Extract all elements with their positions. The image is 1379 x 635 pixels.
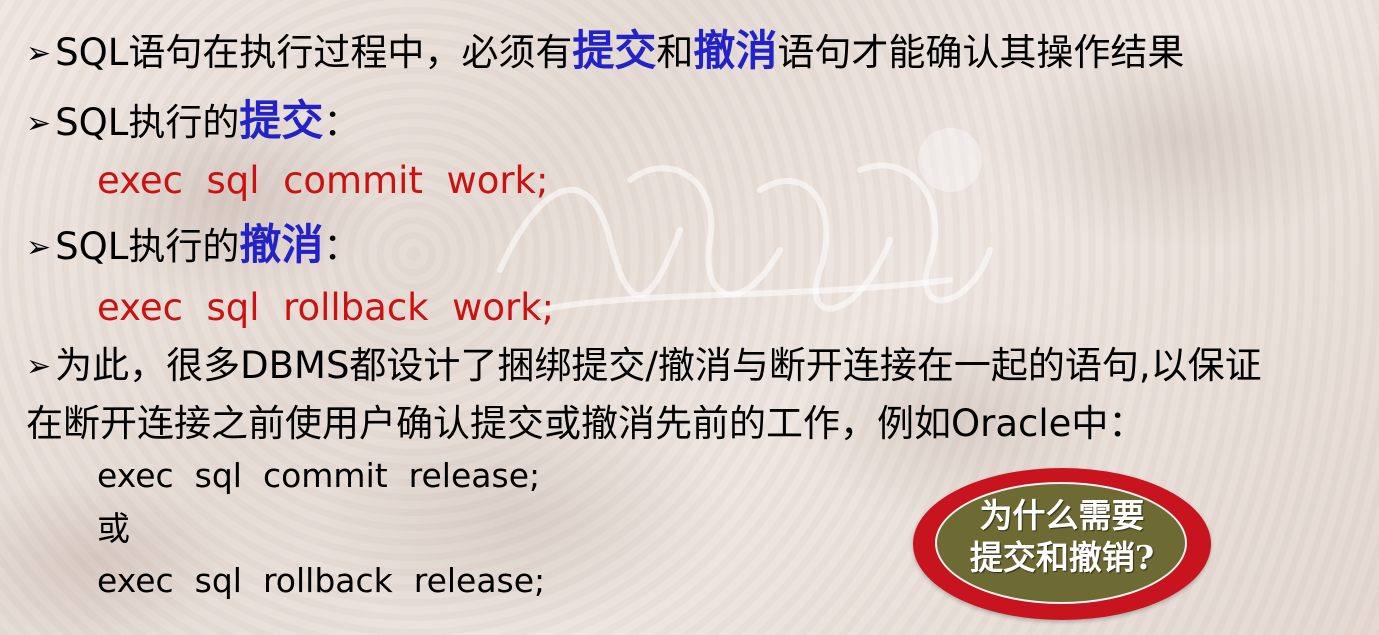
line2-post: ： <box>323 101 361 144</box>
line1-highlight-rollback: 撤消 <box>693 26 778 75</box>
line4-text: 为此，很多DBMS都设计了捆绑提交/撤消与断开连接在一起的语句,以保证 <box>55 344 1262 387</box>
or-text: 或 <box>97 509 130 548</box>
slide: ➢ SQL语句在执行过程中，必须有提交和撤消语句才能确认其操作结果 ➢ SQL执行的… <box>0 0 1379 635</box>
bullet-line-4: ➢ 为此，很多DBMS都设计了捆绑提交/撤消与断开连接在一起的语句,以保证 <box>26 343 1262 392</box>
line2-pre: SQL执行的 <box>55 101 240 144</box>
code-commit-release: exec sql commit release; <box>97 456 541 495</box>
code-rollback-work: exec sql rollback work; <box>97 286 555 329</box>
bullet-line-1: ➢ SQL语句在执行过程中，必须有提交和撤消语句才能确认其操作结果 <box>26 28 1184 79</box>
line1-mid: 和 <box>656 31 694 74</box>
line3-pre: SQL执行的 <box>55 225 240 268</box>
paragraph-line-5: 在断开连接之前使用户确认提交或撤消先前的工作，例如Oracle中： <box>26 401 1145 447</box>
line1-pre: SQL语句在执行过程中，必须有 <box>55 31 573 74</box>
line2-highlight-commit: 提交 <box>239 96 324 145</box>
bullet-arrow-icon: ➢ <box>26 349 52 384</box>
bullet-line-2: ➢ SQL执行的提交： <box>26 98 360 149</box>
bullet-arrow-icon: ➢ <box>26 36 52 71</box>
callout-line-1: 为什么需要 <box>979 496 1145 535</box>
line3-highlight-rollback: 撤消 <box>239 220 324 269</box>
code-commit-work: exec sql commit work; <box>97 159 549 202</box>
callout-line-2: 提交和撤销? <box>969 538 1155 577</box>
bullet-arrow-icon: ➢ <box>26 230 52 265</box>
line3-post: ： <box>323 225 361 268</box>
code-rollback-release: exec sql rollback release; <box>97 561 546 600</box>
question-callout: 为什么需要 提交和撤销? <box>913 468 1211 620</box>
bullet-arrow-icon: ➢ <box>26 106 52 141</box>
line1-highlight-commit: 提交 <box>572 26 657 75</box>
bullet-line-3: ➢ SQL执行的撤消： <box>26 222 360 273</box>
line5-text: 在断开连接之前使用户确认提交或撤消先前的工作，例如Oracle中： <box>26 402 1146 445</box>
line1-post: 语句才能确认其操作结果 <box>777 31 1185 74</box>
